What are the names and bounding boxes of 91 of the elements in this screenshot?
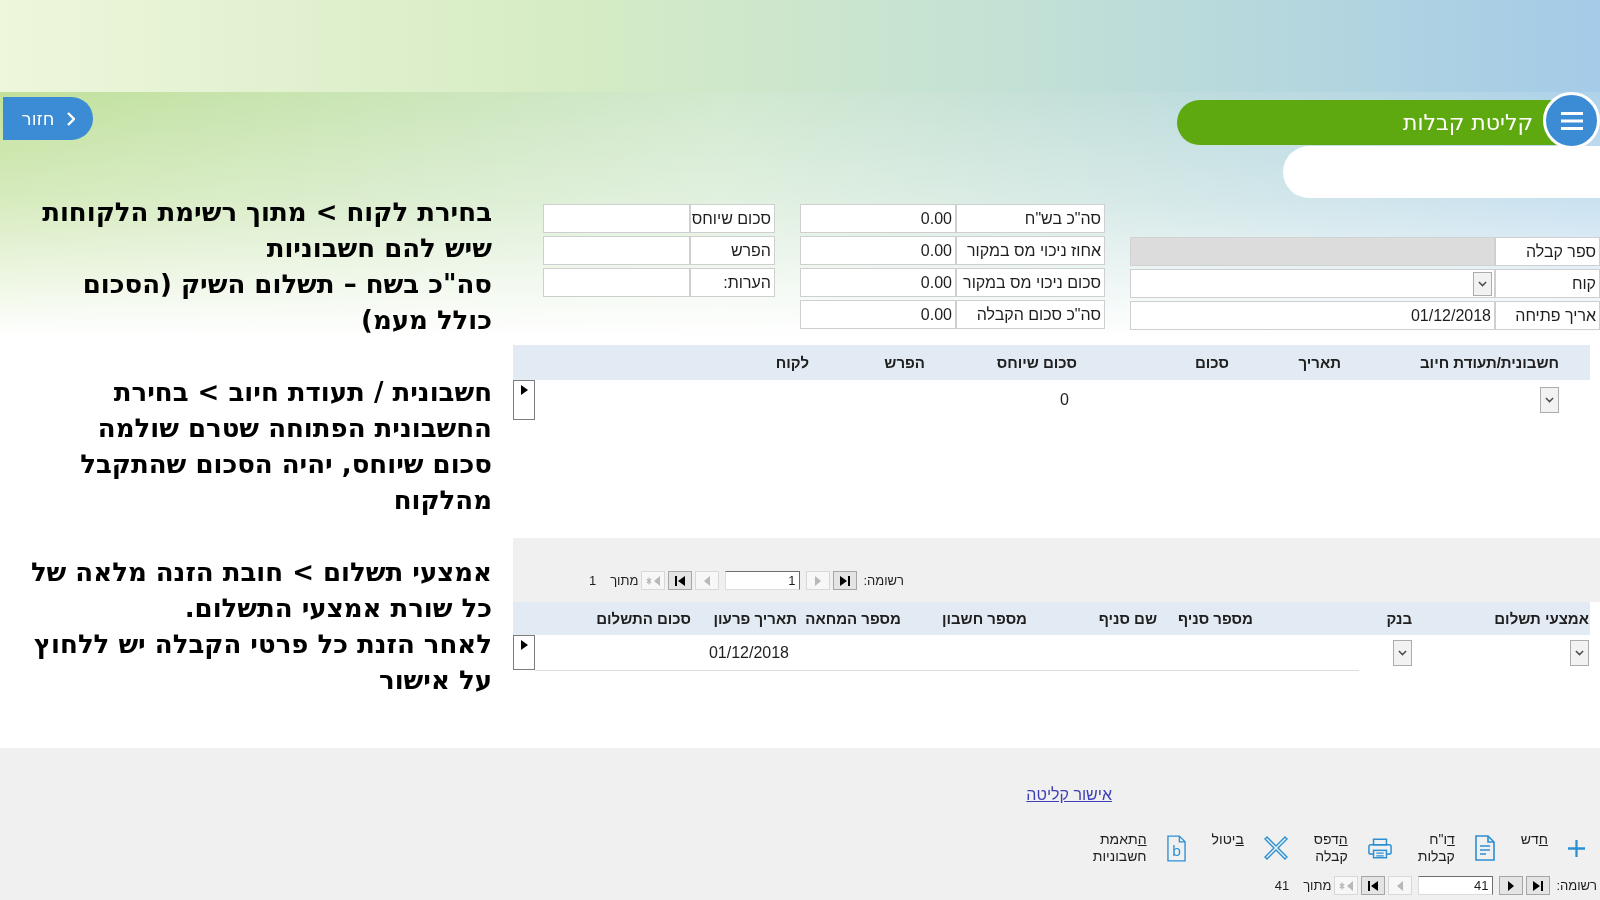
- column-header: אמצעי תשלום: [1494, 609, 1589, 627]
- record-count: 41: [1274, 876, 1290, 895]
- row-selector[interactable]: [513, 635, 535, 670]
- input-field[interactable]: 01/12/2018: [1130, 301, 1495, 330]
- field-label: קוח: [1495, 269, 1600, 298]
- row-selector[interactable]: [513, 380, 535, 420]
- menu-icon: [1560, 111, 1583, 130]
- first-record-button[interactable]: [1526, 876, 1551, 895]
- chevron-down-icon: [1545, 397, 1554, 403]
- field-label: ספר קבלה: [1495, 237, 1600, 266]
- triangle-right-icon: [520, 385, 528, 395]
- chevron-down-icon: [1575, 649, 1584, 656]
- record-label: רשומה:: [863, 571, 904, 590]
- back-button[interactable]: חזור: [3, 97, 93, 140]
- column-header: מספר המחאה: [805, 609, 901, 627]
- input-field[interactable]: 0.00: [800, 300, 956, 329]
- asterisk-triangle-icon: [646, 575, 661, 586]
- chevron-down-icon: [1478, 280, 1487, 287]
- triangle-right-icon: [1508, 880, 1515, 891]
- file-icon: b: [1166, 834, 1186, 862]
- triangle-right-icon: [815, 575, 822, 586]
- field-label: סה"כ בש"ח: [956, 204, 1105, 233]
- column-header: מספר סניף: [1177, 609, 1253, 627]
- instruction-text: בחירת לקוח > מתוך רשימת הלקוחות שיש להם חשבוניות: [41, 196, 492, 265]
- skip-right-icon: [840, 575, 851, 586]
- report-button[interactable]: דו"ח קבלות: [1417, 831, 1495, 865]
- instruction-text: סה"כ בשח – תשלום השיק (הסכום כולל מעמ): [81, 268, 492, 337]
- last-record-button[interactable]: [668, 571, 693, 590]
- triangle-left-icon: [704, 575, 711, 586]
- column-header: מספר חשבון: [941, 609, 1027, 627]
- input-field[interactable]: [543, 268, 690, 297]
- input-field[interactable]: [543, 236, 690, 265]
- field-label: סה"כ סכום הקבלה: [956, 300, 1105, 329]
- cancel-button[interactable]: ביטול: [1211, 831, 1288, 865]
- record-number-field[interactable]: 1: [725, 571, 801, 590]
- skip-left-icon: [675, 575, 686, 586]
- instruction-text: לאחר הזנת כל פרטי הקבלה יש ללחוץ על אישור: [32, 628, 492, 697]
- field-label: סכום שיוחס: [690, 204, 775, 233]
- of-label: מתוך: [610, 571, 639, 590]
- triangle-left-icon: [1397, 880, 1404, 891]
- document-icon: [1474, 835, 1495, 861]
- field-label: סכום ניכוי מס במקור: [956, 268, 1105, 297]
- instruction-text: אמצעי תשלום > חובת הזנה מלאה של כל שורת אמצעי התשלום.: [29, 556, 492, 625]
- column-header: חשבונית/תעודת חיוב: [1420, 353, 1559, 371]
- asterisk-triangle-icon: [1339, 880, 1354, 891]
- column-header: לקוח: [775, 353, 809, 371]
- menu-button[interactable]: [1543, 92, 1600, 149]
- instruction-text: חשבונית / תעודת חיוב > בחירת החשבונית הפתוחה שטרם שולמה: [96, 376, 492, 445]
- column-header: תאריך: [1298, 353, 1341, 371]
- dropdown-button[interactable]: [1393, 639, 1412, 666]
- field-label: אריך פתיחה: [1495, 301, 1600, 330]
- plus-icon: [1568, 839, 1585, 857]
- column-header: הפרש: [884, 353, 925, 371]
- field-label: הפרש: [690, 236, 775, 265]
- dropdown-button[interactable]: [1540, 387, 1559, 413]
- previous-record-button[interactable]: [1499, 876, 1524, 895]
- skip-left-icon: [1368, 880, 1379, 891]
- dropdown-button[interactable]: [1473, 271, 1492, 296]
- record-label: רשומה:: [1556, 876, 1597, 895]
- chevron-down-icon: [1398, 649, 1407, 656]
- field-label: אחוז ניכוי מס במקור: [956, 236, 1105, 265]
- print-button[interactable]: הדפס קבלה: [1313, 831, 1392, 865]
- of-label: מתוך: [1303, 876, 1332, 895]
- first-record-button[interactable]: [833, 571, 858, 590]
- skip-right-icon: [1533, 880, 1544, 891]
- column-header: בנק: [1386, 609, 1412, 627]
- close-icon: [1263, 836, 1288, 860]
- table-cell-text: 01/12/2018: [708, 642, 789, 663]
- chevron-right-icon: [66, 111, 75, 126]
- column-header: סכום שיוחס: [996, 353, 1077, 371]
- column-header: סכום: [1195, 353, 1229, 371]
- column-header: שם סניף: [1098, 609, 1157, 627]
- column-header: סכום התשלום: [596, 609, 691, 627]
- input-field[interactable]: 0.00: [800, 268, 956, 297]
- column-header: תאריך פרעון: [713, 609, 797, 627]
- input-field[interactable]: [1130, 237, 1495, 266]
- dropdown-field[interactable]: [1130, 269, 1495, 298]
- new-button[interactable]: חדש: [1520, 831, 1585, 865]
- field-label: הערות:: [690, 268, 775, 297]
- dropdown-button[interactable]: [1570, 639, 1589, 666]
- input-field[interactable]: 0.00: [800, 236, 956, 265]
- triangle-right-icon: [520, 640, 528, 650]
- instruction-text: סכום שיוחס, יהיה הסכום שהתקבל מהלקוח: [79, 448, 492, 517]
- record-number-field[interactable]: 41: [1418, 876, 1494, 895]
- table-cell-text: 0: [1060, 390, 1069, 410]
- printer-icon: [1367, 837, 1392, 859]
- input-field[interactable]: [543, 204, 690, 233]
- confirm-link[interactable]: אישור קליטה: [1026, 786, 1112, 804]
- input-field[interactable]: 0.00: [800, 204, 956, 233]
- record-count: 1: [588, 571, 597, 590]
- last-record-button[interactable]: [1361, 876, 1386, 895]
